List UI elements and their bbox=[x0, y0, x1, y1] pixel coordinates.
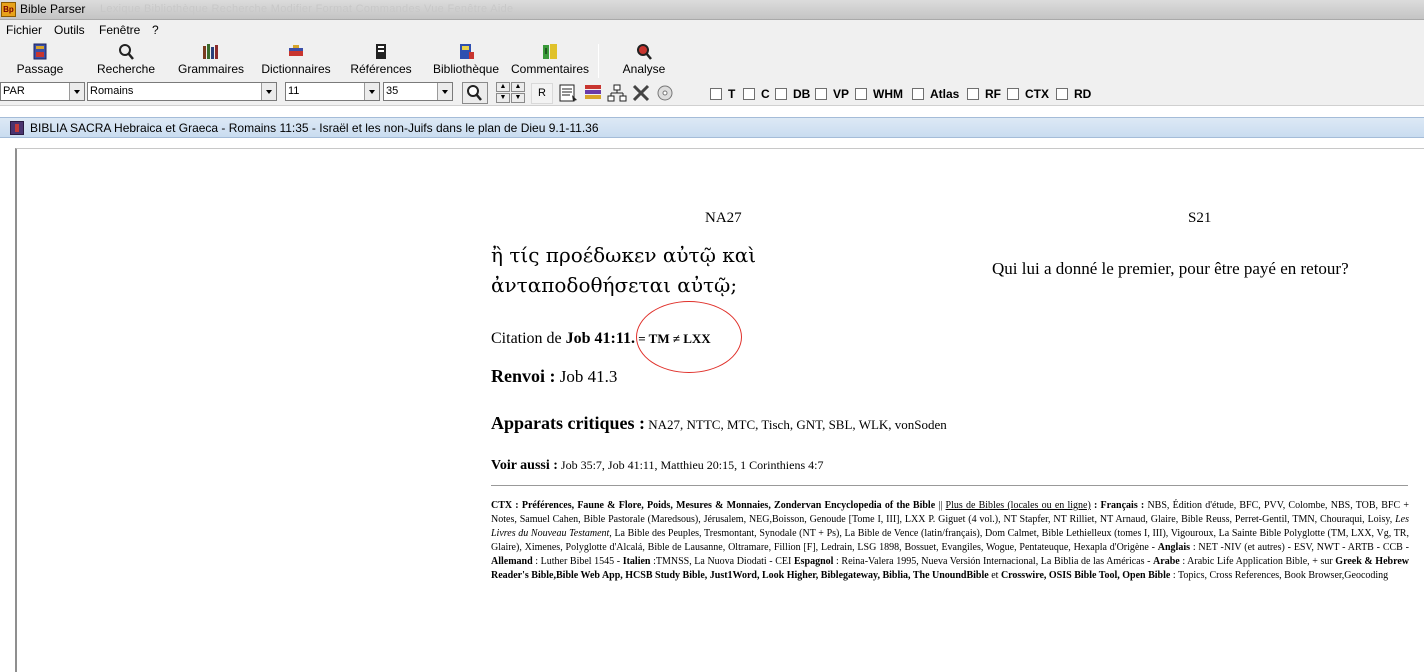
down-arrow-icon[interactable]: ▼ bbox=[496, 93, 510, 103]
apparats-line: Apparats critiques : NA27, NTTC, MTC, Ti… bbox=[491, 413, 947, 433]
checkbox-ctx[interactable]: CTX bbox=[1007, 87, 1051, 101]
commentaires-button[interactable]: Commentaires bbox=[509, 42, 591, 78]
blurred-menu-text: Lexique Bibliothèque Recherche Modifier … bbox=[100, 3, 514, 15]
checkbox-db[interactable]: DB bbox=[775, 87, 810, 101]
checkbox-whm[interactable]: WHM bbox=[855, 87, 905, 101]
ctx-links-block: CTX : Préférences, Faune & Flore, Poids,… bbox=[491, 500, 1409, 581]
checkbox-rf[interactable]: RF bbox=[967, 87, 1001, 101]
app-title: Bible Parser bbox=[20, 2, 86, 16]
greek-verse-text: ἢ τίς προέδωκεν αὐτῷ καὶ ἀνταποδοθήσεται… bbox=[491, 243, 757, 297]
voir-aussi-line: Voir aussi : Job 35:7, Job 41:11, Matthi… bbox=[491, 458, 824, 473]
german-bibles-links[interactable]: : Luther Bibel 1545 - bbox=[533, 556, 623, 567]
bibliotheque-button[interactable]: Bibliothèque bbox=[429, 42, 503, 78]
voir-aussi-links[interactable]: Job 35:7, Job 41:11, Matthieu 20:15, 1 C… bbox=[558, 458, 824, 472]
red-ellipse-annotation bbox=[636, 301, 742, 373]
text-edit-icon[interactable] bbox=[558, 83, 578, 103]
apparats-links[interactable]: NA27, NTTC, MTC, Tisch, GNT, SBL, WLK, v… bbox=[645, 417, 947, 432]
chevron-down-icon[interactable] bbox=[261, 83, 276, 100]
up-arrow-icon[interactable]: ▲ bbox=[496, 82, 510, 92]
recherche-button[interactable]: Recherche bbox=[94, 42, 158, 78]
menu-fichier[interactable]: Fichier bbox=[6, 23, 42, 37]
down-arrow-icon[interactable]: ▼ bbox=[511, 93, 525, 103]
online-sites-links-2[interactable]: Crosswire, OSIS Bible Tool, Open Bible bbox=[1001, 570, 1170, 581]
checkbox-t[interactable]: T bbox=[710, 87, 735, 101]
library-icon bbox=[460, 44, 474, 59]
books-icon bbox=[203, 44, 218, 59]
document-window-title-bar[interactable]: BIBLIA SACRA Hebraica et Graeca - Romain… bbox=[0, 117, 1424, 138]
book-select[interactable]: Romains bbox=[87, 82, 277, 101]
verse-select[interactable]: 35 bbox=[383, 82, 453, 101]
document-title: BIBLIA SACRA Hebraica et Graeca - Romain… bbox=[30, 121, 599, 135]
zoom-search-button[interactable] bbox=[462, 82, 488, 104]
chevron-down-icon[interactable] bbox=[364, 83, 379, 100]
divider bbox=[491, 485, 1408, 486]
menu-help[interactable]: ? bbox=[152, 23, 159, 37]
bible-icon bbox=[10, 121, 24, 135]
menu-outils[interactable]: Outils bbox=[54, 23, 85, 37]
dictionnaires-button[interactable]: Dictionnaires bbox=[258, 42, 334, 78]
menu-fenetre[interactable]: Fenêtre bbox=[99, 23, 140, 37]
toolbar-separator bbox=[598, 44, 599, 78]
comments-icon bbox=[543, 44, 557, 59]
main-toolbar: Passage Recherche Grammaires Dictionnair… bbox=[0, 40, 1424, 80]
options-bar: PAR Romains 11 35 ▲ ▲ ▼ ▼ R T C DB VP WH… bbox=[0, 80, 1424, 106]
left-column-header: NA27 bbox=[705, 210, 742, 226]
magnifier-icon bbox=[467, 85, 482, 101]
citation-ref-link[interactable]: Job 41:11. bbox=[566, 330, 635, 347]
chevron-down-icon[interactable] bbox=[69, 83, 84, 100]
search-icon bbox=[119, 44, 134, 60]
hierarchy-icon[interactable] bbox=[607, 83, 627, 103]
right-column-header: S21 bbox=[1188, 210, 1212, 226]
app-logo-icon: Bp bbox=[1, 2, 16, 17]
chapter-select[interactable]: 11 bbox=[285, 82, 380, 101]
up-arrow-icon[interactable]: ▲ bbox=[511, 82, 525, 92]
french-verse-text: Qui lui a donné le premier, pour être pa… bbox=[992, 259, 1349, 278]
chevron-down-icon[interactable] bbox=[437, 83, 452, 100]
tools-icon[interactable] bbox=[631, 83, 651, 103]
references-icon bbox=[376, 44, 386, 59]
nav-spinner: ▲ ▲ ▼ ▼ bbox=[496, 82, 526, 104]
english-bibles-links[interactable]: : NET -NIV (et autres) - ESV, NWT - ARTB… bbox=[1190, 542, 1409, 553]
dictionary-icon bbox=[289, 45, 303, 56]
bookshelf-icon[interactable] bbox=[583, 83, 603, 103]
ctx-resource-links[interactable]: Préférences, Faune & Flore, Poids, Mesur… bbox=[522, 500, 935, 511]
r-button[interactable]: R bbox=[531, 83, 553, 104]
cd-icon[interactable] bbox=[655, 83, 675, 103]
passage-button[interactable]: Passage bbox=[12, 42, 68, 78]
book-icon bbox=[33, 43, 47, 60]
checkbox-atlas[interactable]: Atlas bbox=[912, 87, 960, 101]
menu-bar: Fichier Outils Fenêtre ? bbox=[0, 20, 1424, 40]
analyse-button[interactable]: Analyse bbox=[617, 42, 671, 78]
italian-bibles-links[interactable]: :TMNSS, La Nuova Diodati - CEI bbox=[650, 556, 793, 567]
more-bibles-link[interactable]: Plus de Bibles (locales ou en ligne) bbox=[946, 500, 1091, 511]
renvoi-link[interactable]: Job 41.3 bbox=[556, 367, 618, 386]
open-bible-tools[interactable]: : Topics, Cross References, Book Browser… bbox=[1170, 570, 1388, 581]
version-select[interactable]: PAR bbox=[0, 82, 85, 101]
references-button[interactable]: Références bbox=[348, 42, 414, 78]
checkbox-rd[interactable]: RD bbox=[1056, 87, 1092, 101]
title-bar: Bp Bible Parser Lexique Bibliothèque Rec… bbox=[0, 0, 1424, 20]
checkbox-c[interactable]: C bbox=[743, 87, 770, 101]
analysis-icon bbox=[637, 44, 652, 60]
checkbox-vp[interactable]: VP bbox=[815, 87, 849, 101]
grammaires-button[interactable]: Grammaires bbox=[175, 42, 247, 78]
spanish-bibles-links[interactable]: : Reina-Valera 1995, Nueva Versión Inter… bbox=[833, 556, 1153, 567]
renvoi-line: Renvoi : Job 41.3 bbox=[491, 366, 618, 386]
arabic-bibles-links[interactable]: : Arabic Life Application Bible, + sur bbox=[1180, 556, 1336, 567]
